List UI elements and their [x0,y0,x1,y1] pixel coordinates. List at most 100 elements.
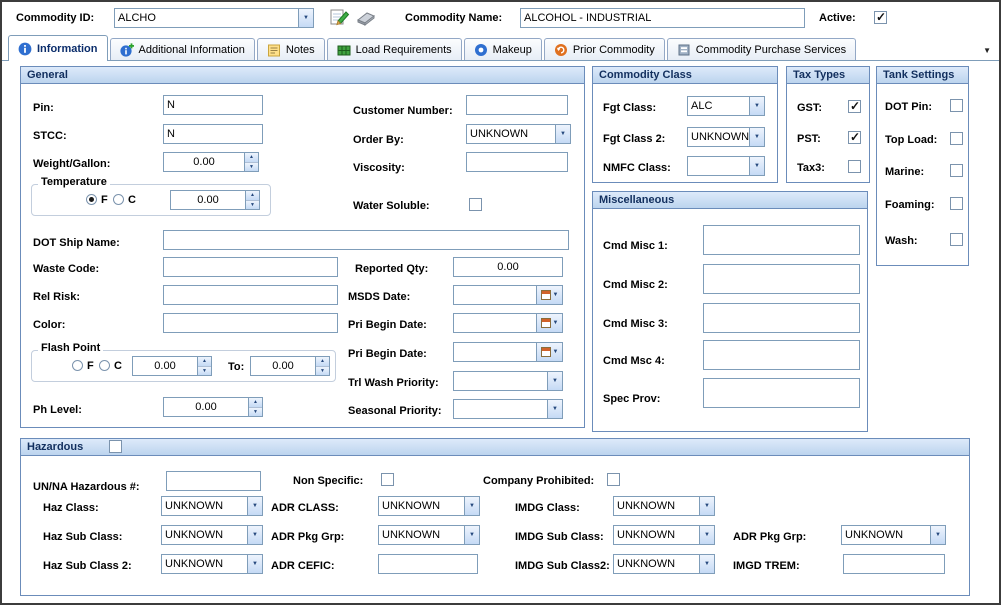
stcc-input[interactable] [163,124,263,144]
imdg-class-select[interactable]: UNKNOWN ▼ [613,496,715,516]
flash-point-to-spinner[interactable]: 0.00 ▲▼ [250,356,330,376]
spec-prov-input[interactable] [703,378,860,408]
flash-point-from-spinner[interactable]: 0.00 ▲▼ [132,356,212,376]
pri-begin-date-picker[interactable]: ▼ [453,313,563,333]
chevron-down-icon[interactable]: ▼ [749,157,764,175]
dot-ship-name-input[interactable] [163,230,569,250]
chevron-down-icon[interactable]: ▼ [247,497,262,515]
haz-class-select[interactable]: UNKNOWN ▼ [161,496,263,516]
chevron-down-icon[interactable]: ▼ [699,555,714,573]
waste-code-input[interactable] [163,257,338,277]
flash-point-c-radio[interactable] [99,360,110,371]
tab-load-requirements[interactable]: Load Requirements [327,38,462,60]
gst-checkbox[interactable] [848,100,861,113]
chevron-down-icon[interactable]: ▼ [930,526,945,544]
msds-date-picker[interactable]: ▼ [453,285,563,305]
tab-notes[interactable]: Notes [257,38,325,60]
ph-level-spinner[interactable]: 0.00 ▲▼ [163,397,263,417]
viscosity-input[interactable] [466,152,568,172]
order-by-select[interactable]: UNKNOWN ▼ [466,124,571,144]
pst-checkbox[interactable] [848,131,861,144]
commodity-id-select[interactable]: ALCHO ▼ [114,8,314,28]
chevron-down-icon[interactable]: ▼ [298,9,313,27]
rel-risk-input[interactable] [163,285,338,305]
spin-down-icon[interactable]: ▼ [249,407,262,417]
water-soluble-checkbox[interactable] [469,198,482,211]
chevron-down-icon[interactable]: ▼ [464,526,479,544]
chevron-down-icon[interactable]: ▼ [749,97,764,115]
temperature-c-label: C [128,194,136,206]
spin-down-icon[interactable]: ▼ [316,366,329,376]
reported-qty-input[interactable] [453,257,563,277]
imdg-sub-class2-label: IMDG Sub Class2: [515,560,610,572]
haz-sub-class2-select[interactable]: UNKNOWN ▼ [161,554,263,574]
pin-input[interactable] [163,95,263,115]
top-load-checkbox[interactable] [950,132,963,145]
marine-checkbox[interactable] [950,164,963,177]
adr-cefic-input[interactable] [378,554,478,574]
chevron-down-icon[interactable]: ▼ [699,497,714,515]
trl-wash-priority-select[interactable]: ▼ [453,371,563,391]
tab-additional-information[interactable]: Additional Information [110,38,255,60]
clear-button[interactable] [354,8,378,28]
color-input[interactable] [163,313,338,333]
additional-information-icon [120,43,134,57]
chevron-down-icon[interactable]: ▼ [555,125,570,143]
pri-begin-date2-picker[interactable]: ▼ [453,342,563,362]
chevron-down-icon[interactable]: ▼ [247,555,262,573]
temperature-spinner[interactable]: 0.00 ▲▼ [170,190,260,210]
chevron-down-icon[interactable]: ▼ [547,400,562,418]
adr-pkg-grp2-select[interactable]: UNKNOWN ▼ [841,525,946,545]
seasonal-priority-select[interactable]: ▼ [453,399,563,419]
spin-down-icon[interactable]: ▼ [246,200,259,210]
spin-down-icon[interactable]: ▼ [198,366,211,376]
chevron-down-icon[interactable]: ▼ [699,526,714,544]
chevron-down-icon[interactable]: ▼ [547,372,562,390]
spin-up-icon[interactable]: ▲ [316,357,329,366]
imgd-trem-input[interactable] [843,554,945,574]
wash-checkbox[interactable] [950,233,963,246]
non-specific-checkbox[interactable] [381,473,394,486]
cmd-misc1-input[interactable] [703,225,860,255]
company-prohibited-checkbox[interactable] [607,473,620,486]
foaming-checkbox[interactable] [950,197,963,210]
cmd-msc4-input[interactable] [703,340,860,370]
temperature-c-radio[interactable] [113,194,124,205]
adr-pkg-grp-select[interactable]: UNKNOWN ▼ [378,525,480,545]
tab-overflow-button[interactable]: ▼ [983,46,991,55]
adr-class-select[interactable]: UNKNOWN ▼ [378,496,480,516]
hazardous-group: Hazardous UN/NA Hazardous #: Non Specifi… [20,438,970,596]
spin-up-icon[interactable]: ▲ [198,357,211,366]
chevron-down-icon[interactable]: ▼ [749,128,764,146]
chevron-down-icon[interactable]: ▼ [464,497,479,515]
spin-up-icon[interactable]: ▲ [249,398,262,407]
fgt-class2-select[interactable]: UNKNOWN ▼ [687,127,765,147]
tab-commodity-purchase-services[interactable]: Commodity Purchase Services [667,38,856,60]
flash-point-f-radio[interactable] [72,360,83,371]
temperature-f-radio[interactable] [86,194,97,205]
tab-makeup[interactable]: Makeup [464,38,542,60]
tab-prior-commodity[interactable]: Prior Commodity [544,38,665,60]
nmfc-class-select[interactable]: ▼ [687,156,765,176]
imdg-sub-class-select[interactable]: UNKNOWN ▼ [613,525,715,545]
edit-button[interactable] [328,7,352,27]
tax3-checkbox[interactable] [848,160,861,173]
weight-gallon-spinner[interactable]: 0.00 ▲▼ [163,152,259,172]
commodity-name-input[interactable] [520,8,805,28]
dot-pin-checkbox[interactable] [950,99,963,112]
cmd-misc3-input[interactable] [703,303,860,333]
unna-hazardous-input[interactable] [166,471,261,491]
spin-up-icon[interactable]: ▲ [246,191,259,200]
haz-sub-class-select[interactable]: UNKNOWN ▼ [161,525,263,545]
fgt-class-select[interactable]: ALC ▼ [687,96,765,116]
customer-number-input[interactable] [466,95,568,115]
tab-information[interactable]: Information [8,35,108,61]
imdg-sub-class2-select[interactable]: UNKNOWN ▼ [613,554,715,574]
cmd-misc2-input[interactable] [703,264,860,294]
spin-down-icon[interactable]: ▼ [245,162,258,172]
hazardous-checkbox[interactable] [109,440,122,453]
active-checkbox[interactable] [874,11,887,24]
tax-types-group-header: Tax Types [787,67,869,84]
chevron-down-icon[interactable]: ▼ [247,526,262,544]
spin-up-icon[interactable]: ▲ [245,153,258,162]
